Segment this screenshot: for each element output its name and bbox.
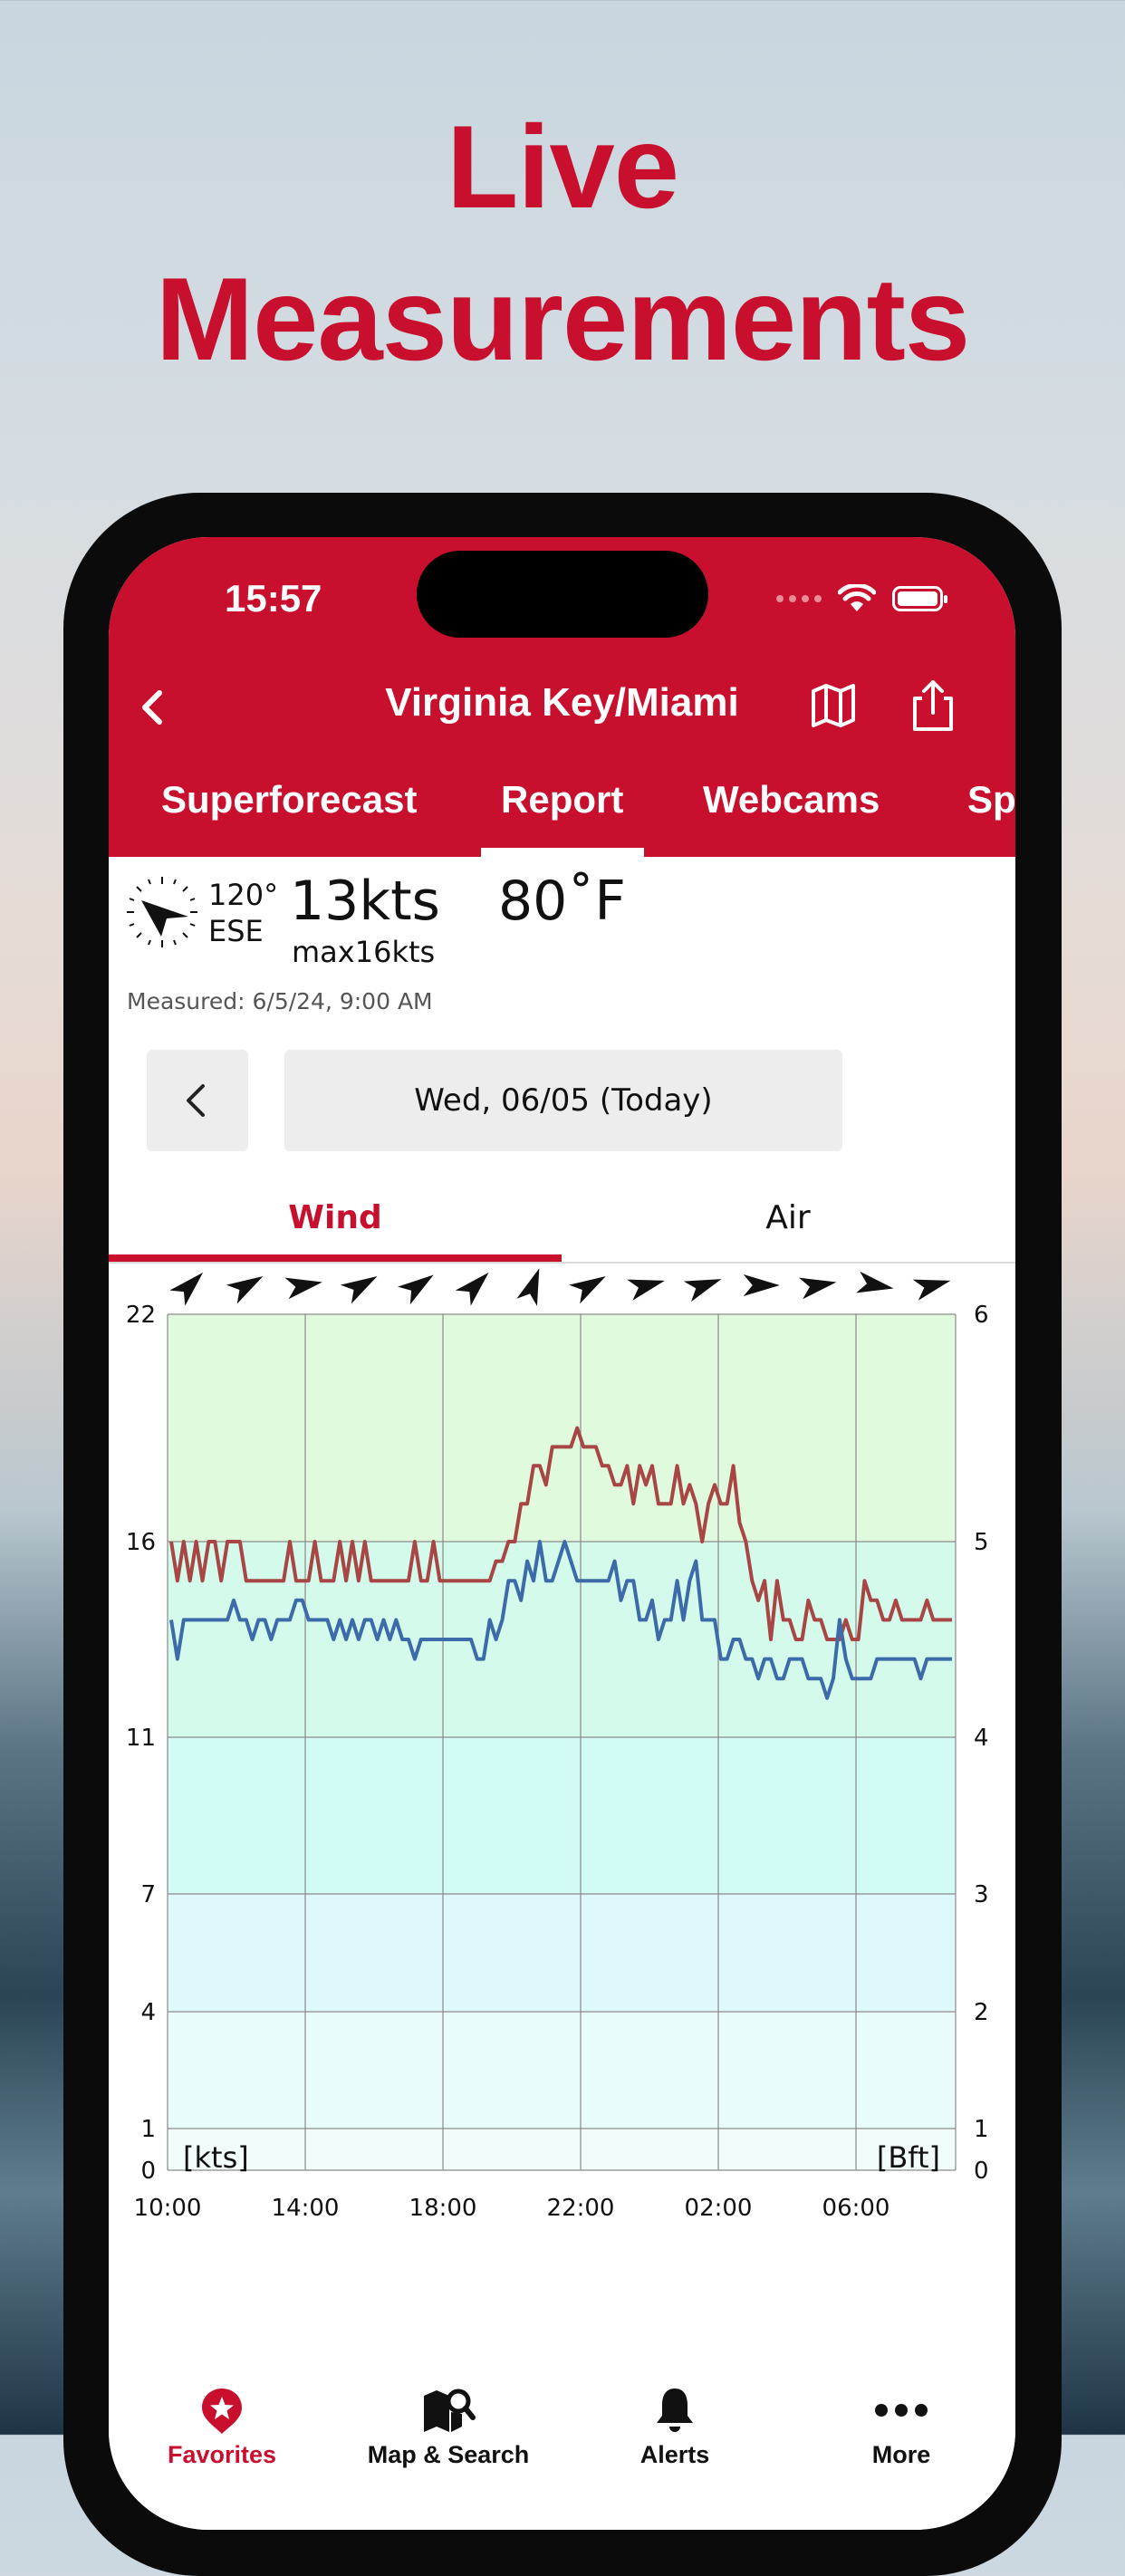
- bft-band: [168, 1894, 956, 2012]
- wind-chart: 0 1 4 7 11 16 22 0 1 2 3 4 5 6 10:00 14:00 18:00 22:00 02:…: [126, 1268, 989, 2222]
- headline-line-2: Measurements: [155, 253, 970, 385]
- y-right-tick-label: 0: [974, 2158, 989, 2185]
- tab-spots[interactable]: Spo: [967, 778, 1015, 822]
- wind-arrow-icon: [743, 1274, 780, 1296]
- active-tab-indicator: [481, 848, 644, 857]
- y-right-unit: [Bft]: [877, 2140, 940, 2175]
- wind-arrow-icon: [912, 1279, 951, 1301]
- x-tick-label: 02:00: [685, 2195, 753, 2222]
- measured-time: Measured: 6/5/24, 9:00 AM: [127, 988, 433, 1014]
- wind-arrow-icon: [226, 1276, 264, 1304]
- wind-direction: 120° ESE: [208, 877, 278, 949]
- active-view-indicator: [109, 1254, 562, 1262]
- nav-alerts-label: Alerts: [639, 2441, 710, 2468]
- wind-arrow-icon: [856, 1271, 894, 1293]
- wind-direction-degrees: 120°: [208, 878, 279, 912]
- temperature: 80˚F: [498, 870, 626, 933]
- y-right-tick-label: 4: [974, 1725, 989, 1752]
- status-time: 15:57: [225, 577, 322, 620]
- nav-more[interactable]: More: [788, 2385, 1014, 2469]
- tab-wind[interactable]: Wind: [109, 1199, 562, 1236]
- y-left-tick-label: 16: [126, 1529, 156, 1556]
- share-icon[interactable]: [906, 677, 960, 735]
- nav-favorites[interactable]: Favorites: [109, 2385, 335, 2469]
- current-conditions: 120° ESE 13kts max16kts 80˚F Measured: 6…: [109, 857, 1015, 1020]
- y-left-tick-label: 7: [140, 1881, 156, 1908]
- y-right-tick-label: 6: [974, 1302, 989, 1329]
- y-right-tick-label: 2: [974, 1999, 989, 2026]
- measurement-tabs: Wind Air: [109, 1185, 1015, 1264]
- wind-arrow-icon: [169, 1272, 204, 1306]
- bft-band: [168, 2129, 956, 2170]
- nav-map-search-label: Map & Search: [367, 2441, 530, 2468]
- wind-arrow-icon: [340, 1276, 378, 1304]
- wind-arrow-icon: [455, 1272, 489, 1306]
- nav-favorites-label: Favorites: [167, 2441, 277, 2468]
- bft-band: [168, 2012, 956, 2129]
- y-left-tick-label: 1: [140, 2116, 156, 2143]
- wind-arrow-icon: [569, 1276, 606, 1304]
- nav-alerts[interactable]: Alerts: [562, 2385, 788, 2469]
- headline-line-1: Live: [446, 101, 679, 233]
- date-selector[interactable]: Wed, 06/05 (Today): [284, 1050, 842, 1151]
- signal-dots-icon: [776, 595, 822, 602]
- tab-report[interactable]: Report: [501, 778, 623, 822]
- bottom-tab-bar: Favorites Map & Search Alerts More: [109, 2358, 1015, 2530]
- wind-arrow-icon: [398, 1274, 434, 1305]
- y-left-tick-label: 0: [140, 2158, 156, 2185]
- status-icons: [776, 584, 947, 613]
- phone-screen: 15:57 Virginia Key/Miami Superforecast R…: [109, 537, 1015, 2530]
- bell-icon: [657, 2389, 693, 2432]
- x-tick-label: 10:00: [134, 2195, 202, 2222]
- map-icon[interactable]: [806, 678, 861, 733]
- x-tick-label: 06:00: [822, 2195, 890, 2222]
- wind-arrow-icon: [683, 1279, 722, 1302]
- y-left-unit: [kts]: [183, 2140, 249, 2175]
- nav-more-label: More: [871, 2441, 931, 2468]
- tab-superforecast[interactable]: Superforecast: [161, 778, 417, 822]
- dynamic-island: [417, 551, 708, 638]
- y-right-tick-label: 1: [974, 2116, 989, 2143]
- nav-map-search[interactable]: Map & Search: [335, 2385, 562, 2469]
- bft-band: [168, 1737, 956, 1894]
- y-left-tick-label: 11: [126, 1725, 156, 1752]
- y-right-tick-label: 5: [974, 1529, 989, 1556]
- tab-webcams[interactable]: Webcams: [703, 778, 880, 822]
- wind-direction-name: ESE: [208, 914, 264, 948]
- bft-bands: [168, 1314, 956, 2170]
- spot-title: Virginia Key/Miami: [385, 680, 739, 725]
- y-right-tick-label: 3: [974, 1881, 989, 1908]
- wind-direction-compass-icon: [127, 877, 197, 947]
- section-tabs: Superforecast Report Webcams Spo: [109, 764, 1015, 857]
- wind-direction-arrows: [169, 1268, 951, 1306]
- y-left-tick-label: 22: [126, 1302, 156, 1329]
- bft-band: [168, 1314, 956, 1542]
- previous-day-button[interactable]: [147, 1050, 248, 1151]
- star-badge-icon: [202, 2389, 242, 2434]
- wind-speed: 13kts: [290, 870, 440, 933]
- x-tick-label: 22:00: [547, 2195, 615, 2222]
- wind-max: max16kts: [292, 935, 436, 969]
- x-tick-label: 18:00: [409, 2195, 477, 2222]
- headline: Live Measurements: [0, 91, 1125, 395]
- tab-air[interactable]: Air: [562, 1199, 1014, 1236]
- wifi-icon: [838, 584, 876, 611]
- chevron-left-icon: [187, 1084, 205, 1117]
- date-navigator: Wed, 06/05 (Today): [109, 1050, 1015, 1151]
- wind-arrow-icon: [284, 1277, 322, 1300]
- more-dots-icon: [875, 2404, 928, 2417]
- battery-icon: [892, 586, 947, 611]
- nav-bar: Virginia Key/Miami: [109, 673, 1015, 745]
- x-tick-label: 14:00: [272, 2195, 340, 2222]
- wind-arrow-icon: [799, 1277, 837, 1300]
- wind-arrow-icon: [516, 1268, 540, 1306]
- wind-arrow-icon: [627, 1279, 665, 1301]
- y-left-tick-label: 4: [140, 1999, 156, 2026]
- map-search-icon: [424, 2389, 476, 2432]
